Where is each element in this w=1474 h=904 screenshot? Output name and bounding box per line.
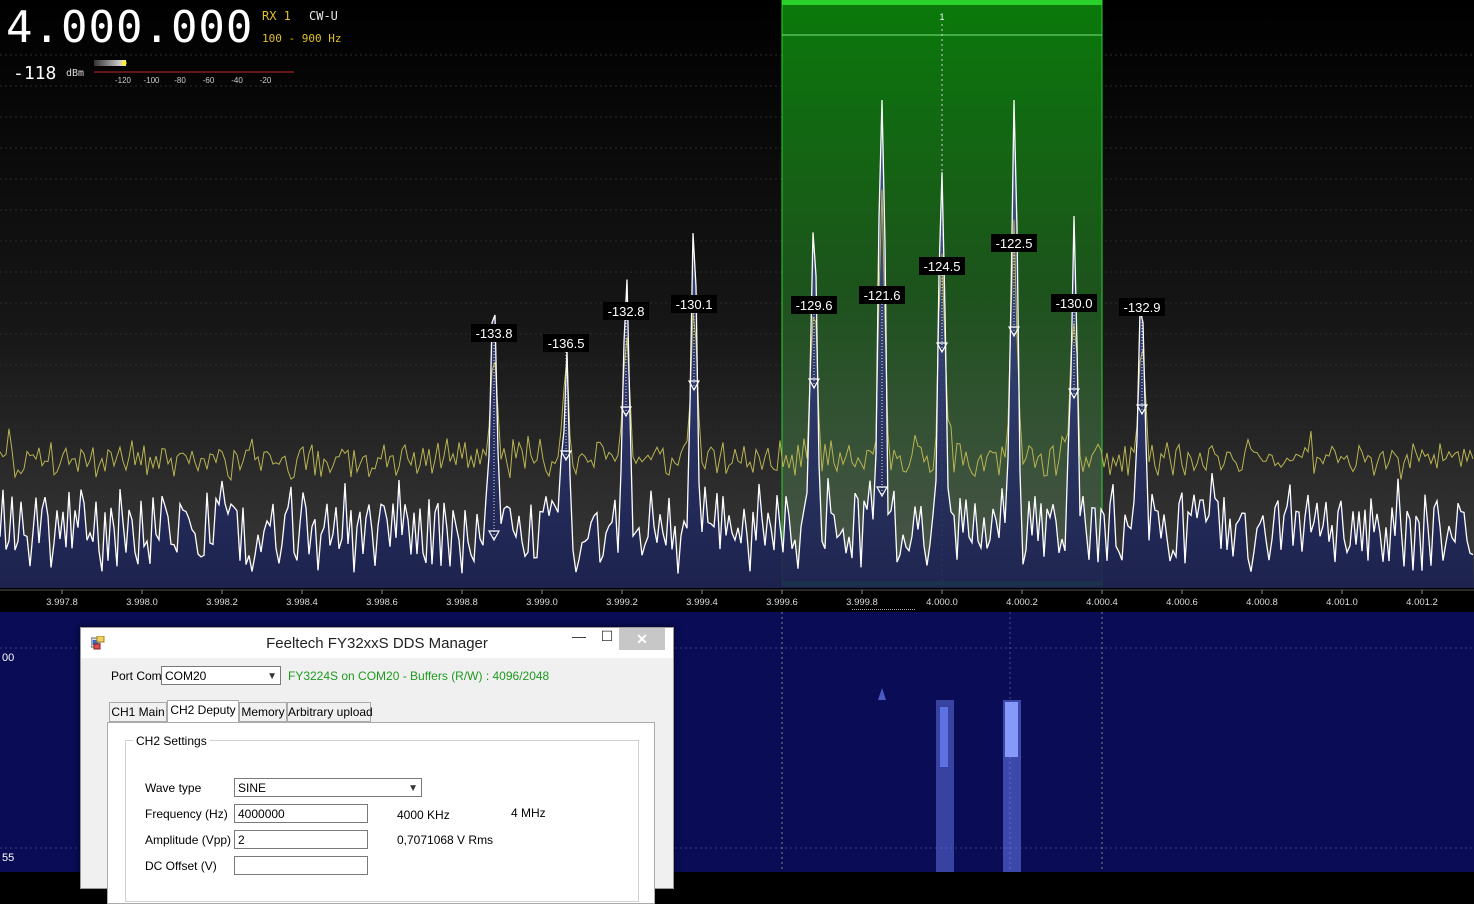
port-status-text: FY3224S on COM20 - Buffers (R/W) : 4096/… — [288, 669, 550, 683]
maximize-button[interactable]: ☐ — [593, 628, 621, 650]
peak-label: -129.6 — [796, 298, 833, 313]
s-meter-tick-label: -120 — [115, 76, 132, 85]
axis-tick-label: 4.001.2 — [1406, 597, 1438, 608]
dc-offset-input[interactable] — [234, 856, 368, 875]
axis-tick-label: 4.000.6 — [1166, 597, 1198, 608]
peak-label: -130.0 — [1056, 296, 1093, 311]
s-meter-tick-label: -20 — [260, 76, 272, 85]
axis-tick-label: 4.000.4 — [1086, 597, 1118, 608]
signal-level-unit: dBm — [66, 68, 85, 79]
window-titlebar[interactable]: Feeltech FY32xxS DDS Manager — ☐ ✕ — [81, 628, 673, 658]
waterfall-time-label: 55 — [2, 852, 15, 864]
peak-label: -132.9 — [1124, 300, 1161, 315]
axis-tick-label: 3.998.2 — [206, 597, 238, 608]
group-title: CH2 Settings — [133, 734, 210, 748]
s-meter-tick-label: -100 — [143, 76, 160, 85]
axis-tick-label: 3.999.8 — [846, 597, 878, 608]
frequency-readout[interactable]: 4.000.000 — [6, 2, 253, 53]
peak-label: -136.5 — [548, 336, 585, 351]
axis-tick-label: 3.998.6 — [366, 597, 398, 608]
axis-tick-label: 4.000.8 — [1246, 597, 1278, 608]
axis-tick-label: 3.998.8 — [446, 597, 478, 608]
frequency-label: Frequency (Hz) — [145, 807, 228, 821]
axis-tick-label: 3.997.8 — [46, 597, 78, 608]
dc-offset-label: DC Offset (V) — [145, 859, 217, 873]
wave-type-label: Wave type — [145, 781, 202, 795]
peak-label: -121.6 — [864, 288, 901, 303]
amplitude-label: Amplitude (Vpp) — [145, 833, 232, 847]
axis-tick-label: 4.000.0 — [926, 597, 958, 608]
s-meter-tick-label: -40 — [231, 76, 243, 85]
s-meter-bar — [94, 60, 126, 66]
axis-tick-label: 3.999.0 — [526, 597, 558, 608]
waterfall-signal-trace — [940, 707, 948, 767]
spectrum-display[interactable]: 1 -133.8 -136.5 -132.8 -130.1 -129.6 -121.6 -1… — [0, 0, 1474, 612]
axis-tick-label: 3.998.0 — [126, 597, 158, 608]
chevron-down-icon: ▼ — [408, 783, 418, 794]
dds-manager-window[interactable]: Feeltech FY32xxS DDS Manager — ☐ ✕ Port … — [80, 627, 674, 904]
filter-top-bar[interactable] — [782, 0, 1102, 5]
tab-memory[interactable]: Memory — [239, 702, 287, 722]
axis-tick-label: 4.001.0 — [1326, 597, 1358, 608]
chevron-down-icon: ▼ — [267, 671, 277, 682]
s-meter-tick-label: -80 — [174, 76, 186, 85]
mode-label[interactable]: CW-U — [309, 9, 338, 23]
peak-label: -122.5 — [996, 236, 1033, 251]
rx-label: RX 1 — [262, 9, 291, 23]
close-button[interactable]: ✕ — [619, 628, 665, 650]
amplitude-rms-text: 0,7071068 V Rms — [397, 833, 494, 847]
peak-label: -124.5 — [924, 259, 961, 274]
s-meter-tick-label: -60 — [203, 76, 215, 85]
vfo-marker: 1 — [939, 12, 944, 22]
port-com-label: Port Com — [111, 669, 162, 683]
port-com-select[interactable]: COM20 ▼ — [161, 666, 281, 685]
peak-label: -130.1 — [676, 297, 713, 312]
axis-tick-label: 3.999.6 — [766, 597, 798, 608]
tab-arbitrary-upload[interactable]: Arbitrary upload — [287, 702, 373, 722]
frequency-khz-text: 4000 KHz — [397, 808, 450, 822]
peak-label: -132.8 — [608, 304, 645, 319]
frequency-input[interactable]: 4000000 — [234, 804, 368, 823]
waterfall-signal-trace — [1005, 702, 1018, 757]
bandwidth-label: 100 - 900 Hz — [262, 32, 342, 45]
wave-type-select[interactable]: SINE ▼ — [234, 778, 422, 797]
wave-type-value: SINE — [238, 781, 267, 795]
tab-ch1-main[interactable]: CH1 Main — [109, 702, 167, 722]
axis-tick-label: 3.999.2 — [606, 597, 638, 608]
axis-tick-label: 3.998.4 — [286, 597, 318, 608]
waterfall-time-label: 00 — [2, 652, 15, 664]
tab-ch2-deputy[interactable]: CH2 Deputy — [167, 700, 239, 723]
signal-level-value: -118 — [13, 63, 57, 84]
s-meter-needle — [121, 60, 127, 66]
amplitude-input[interactable]: 2 — [234, 830, 368, 849]
axis-tick-label: 3.999.4 — [686, 597, 718, 608]
minimize-button[interactable]: — — [565, 628, 593, 650]
peak-label: -133.8 — [476, 326, 513, 341]
frequency-mhz-text: 4 MHz — [511, 806, 546, 820]
ch2-settings-group — [125, 740, 639, 902]
axis-tick-label: 4.000.2 — [1006, 597, 1038, 608]
port-com-value: COM20 — [165, 669, 207, 683]
s-meter: -120 -100 -80 -60 -40 -20 — [94, 60, 294, 85]
s-meter-ticks: -120 -100 -80 -60 -40 -20 — [115, 76, 272, 85]
